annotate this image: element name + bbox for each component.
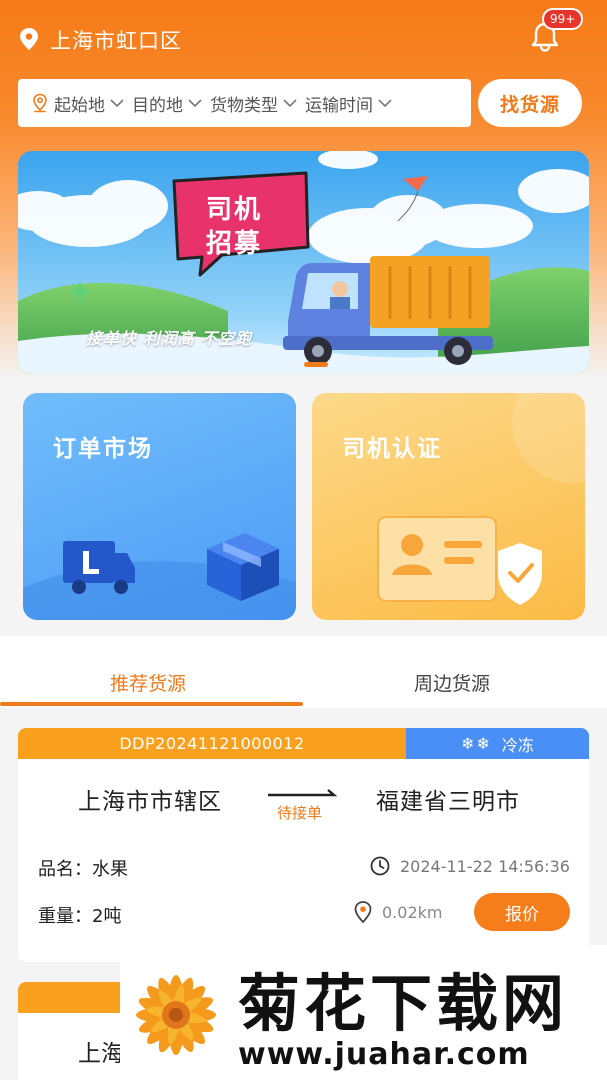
quote-button[interactable]: 报价 bbox=[474, 893, 570, 931]
chevron-down-icon bbox=[378, 99, 392, 108]
cargo-tabs: 推荐货源 周边货源 bbox=[0, 636, 607, 708]
filter-origin[interactable]: 起始地 bbox=[54, 91, 124, 116]
chevron-down-icon bbox=[110, 99, 124, 108]
order-time-value: 2024-11-22 14:56:36 bbox=[400, 856, 570, 876]
top-bar: 上海市虹口区 99+ bbox=[0, 0, 607, 78]
snowflake-icon: ❄❄ bbox=[461, 734, 492, 753]
cargo-type-tag: ❄❄ 冷冻 bbox=[406, 728, 589, 759]
order-status: 待接单 bbox=[277, 804, 323, 822]
banner-title-line1: 司机 bbox=[206, 195, 263, 225]
cargo-name: 品名：水果 bbox=[38, 859, 128, 880]
filter-cargo-type-label: 货物类型 bbox=[210, 95, 278, 116]
route-origin: 上海市市辖区 bbox=[78, 789, 222, 815]
filter-transport-time-label: 运输时间 bbox=[305, 95, 373, 116]
clock-icon bbox=[370, 856, 390, 876]
order-market-card[interactable]: 订单市场 bbox=[23, 393, 296, 620]
route-origin: 上海 bbox=[78, 1041, 124, 1067]
order-number: DDP20241121000012 bbox=[18, 728, 406, 759]
carousel-indicator bbox=[304, 362, 328, 367]
order-card-header: DDP20241121000012 ❄❄ 冷冻 bbox=[18, 728, 589, 759]
watermark-url: www.juahar.com bbox=[238, 1037, 530, 1072]
chevron-down-icon bbox=[283, 99, 297, 108]
filter-destination[interactable]: 目的地 bbox=[132, 91, 202, 116]
delivery-truck-icon bbox=[23, 533, 296, 620]
tab-recommended[interactable]: 推荐货源 bbox=[110, 669, 186, 696]
filter-destination-label: 目的地 bbox=[132, 95, 183, 116]
driver-recruit-banner[interactable]: 司机 招募 接单快 利润高 不空跑 bbox=[18, 151, 589, 374]
notification-badge: 99+ bbox=[542, 8, 584, 30]
active-tab-indicator bbox=[0, 702, 303, 706]
banner-title: 司机 招募 bbox=[206, 193, 262, 261]
cargo-type-label: 冷冻 bbox=[501, 735, 534, 755]
search-filter-bar: 起始地 目的地 货物类型 运输时间 bbox=[18, 79, 471, 127]
find-cargo-button[interactable]: 找货源 bbox=[478, 79, 582, 127]
current-location[interactable]: 上海市虹口区 bbox=[50, 25, 182, 55]
id-card-shield-icon bbox=[377, 393, 585, 605]
filter-cargo-type[interactable]: 货物类型 bbox=[210, 91, 297, 116]
cargo-weight: 重量：2吨 bbox=[38, 906, 122, 927]
filter-origin-label: 起始地 bbox=[54, 95, 105, 116]
location-pin-icon[interactable] bbox=[18, 27, 40, 51]
order-card[interactable]: DDP20241121000012 ❄❄ 冷冻 上海市市辖区 待接单 福建省三明… bbox=[18, 728, 589, 962]
origin-pin-icon bbox=[33, 93, 47, 113]
route-destination: 福建省三明市 bbox=[376, 789, 520, 815]
order-distance-value: 0.02km bbox=[382, 902, 443, 922]
watermark-title: 菊花下载网 bbox=[238, 967, 569, 1040]
location-pin-icon bbox=[354, 901, 372, 923]
banner-subtitle: 接单快 利润高 不空跑 bbox=[86, 329, 253, 348]
banner-title-line2: 招募 bbox=[206, 229, 263, 259]
order-distance: 0.02km bbox=[354, 901, 442, 923]
driver-cert-card[interactable]: 司机认证 bbox=[312, 393, 585, 620]
tab-nearby[interactable]: 周边货源 bbox=[414, 669, 490, 696]
chevron-down-icon bbox=[188, 99, 202, 108]
watermark: 菊花下载网 www.juahar.com bbox=[120, 945, 607, 1080]
order-time: 2024-11-22 14:56:36 bbox=[370, 856, 570, 876]
flower-logo-icon bbox=[136, 975, 216, 1055]
route-arrow-icon bbox=[268, 789, 338, 797]
filter-transport-time[interactable]: 运输时间 bbox=[305, 91, 392, 116]
